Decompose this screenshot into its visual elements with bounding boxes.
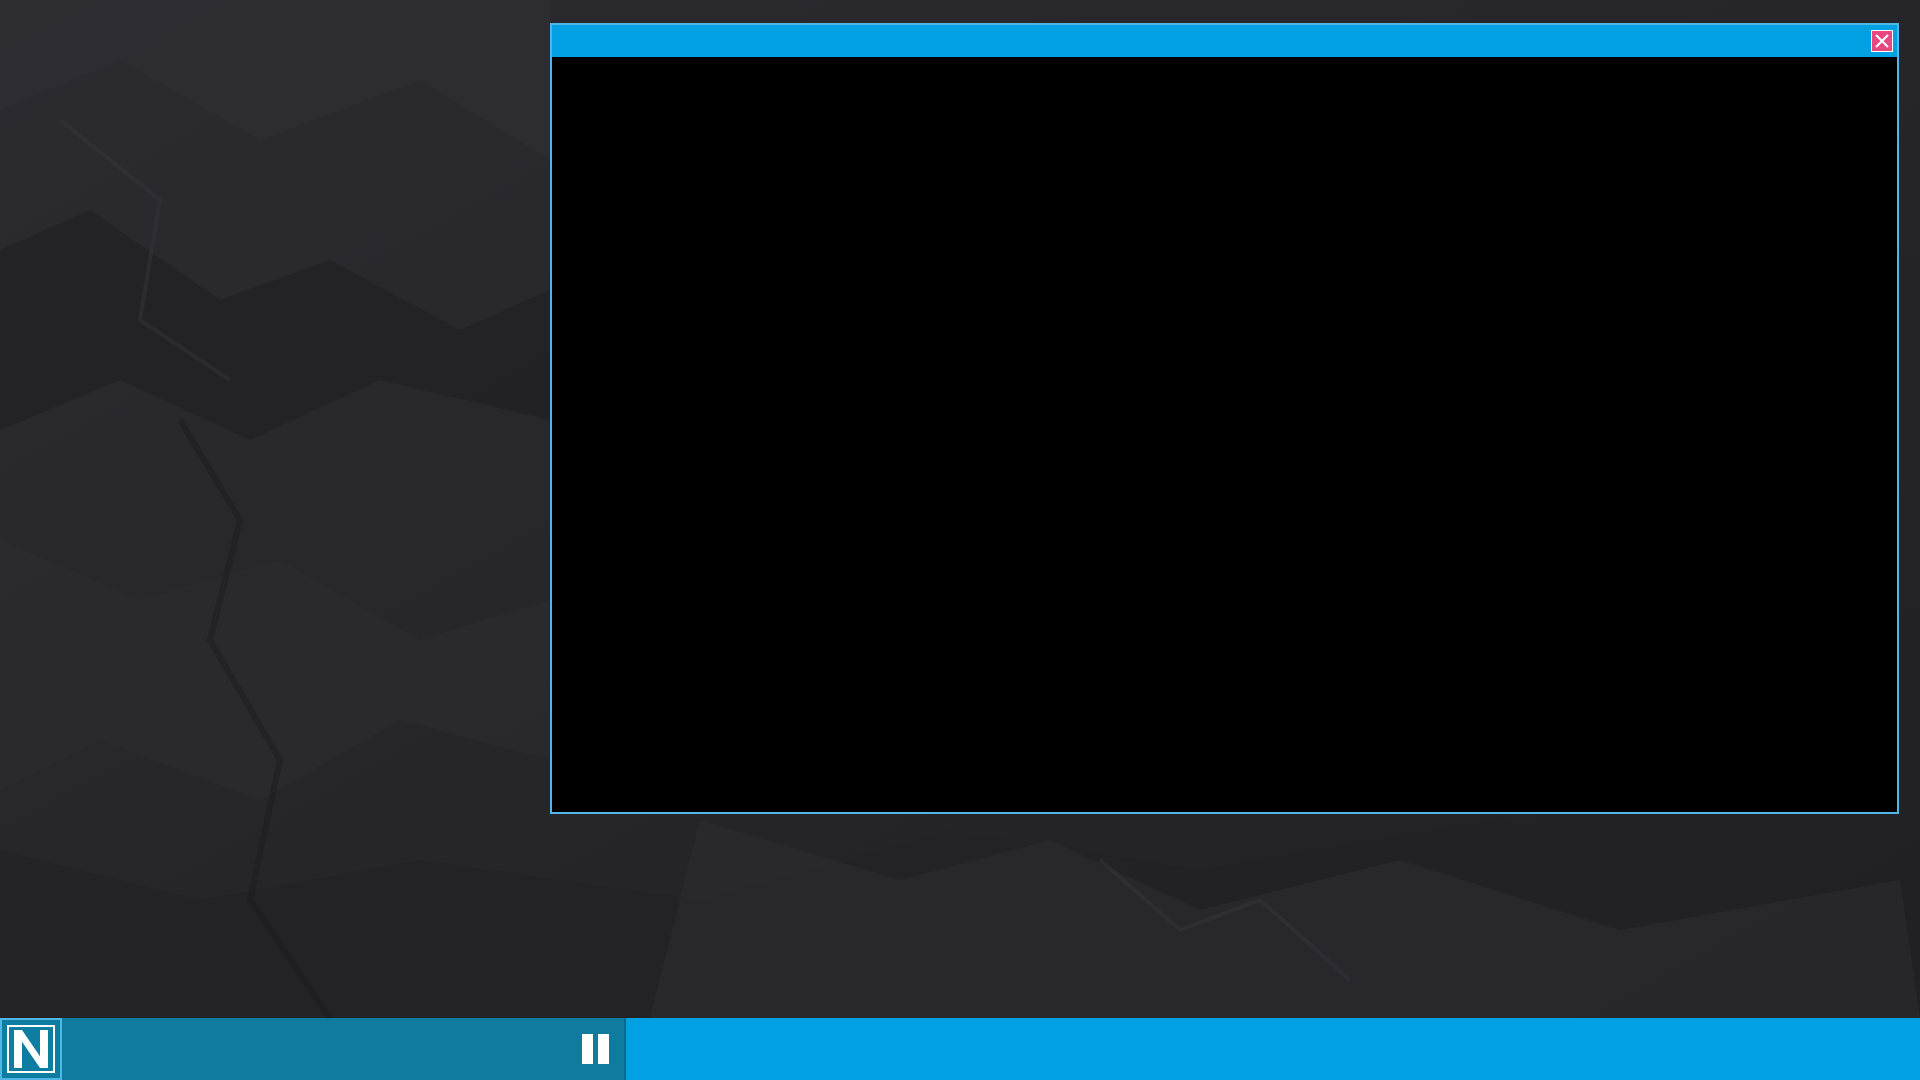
taskbar — [0, 1018, 1920, 1080]
media-player-panel[interactable] — [62, 1018, 626, 1080]
app-window — [550, 23, 1899, 814]
pause-bar-right — [598, 1034, 609, 1064]
taskbar-window-list[interactable] — [626, 1018, 1920, 1080]
close-button[interactable] — [1871, 30, 1893, 52]
close-icon — [1872, 31, 1892, 51]
start-button[interactable] — [0, 1018, 62, 1080]
window-titlebar[interactable] — [552, 25, 1897, 57]
n-logo-icon — [2, 1020, 60, 1078]
pause-button[interactable] — [576, 1032, 612, 1066]
window-content-area[interactable] — [552, 57, 1897, 812]
pause-bar-left — [582, 1034, 593, 1064]
desktop — [0, 0, 1920, 1080]
